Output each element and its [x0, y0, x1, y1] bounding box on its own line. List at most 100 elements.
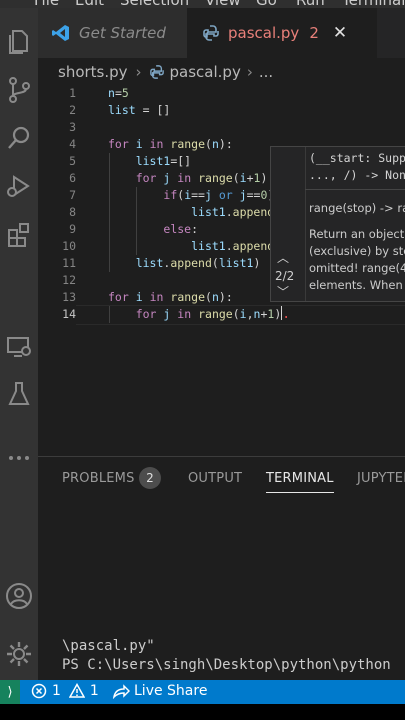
menu-edit[interactable]: Edit — [75, 0, 104, 8]
menu-selection[interactable]: Selection — [120, 0, 189, 8]
code-token: i — [135, 290, 143, 304]
chevron-right-icon: › — [246, 63, 253, 81]
code-line: else: — [163, 222, 199, 236]
code-token: in — [177, 171, 192, 185]
code-line: n=5 — [108, 86, 129, 100]
problems-status[interactable]: 1 1 — [31, 683, 99, 699]
line-number: 10 — [62, 239, 76, 253]
chevron-down-icon[interactable]: ﹀ — [277, 286, 289, 298]
overload-label: range(stop) -> ran — [309, 201, 405, 215]
extensions-icon[interactable] — [0, 214, 38, 254]
code-token: j — [204, 188, 212, 202]
source-control-icon[interactable] — [0, 70, 38, 110]
code-line: for j in range(i,n+1). — [135, 306, 291, 322]
code-line: list = [] — [108, 103, 171, 117]
line-number: 3 — [69, 120, 76, 134]
line-number: 13 — [62, 290, 76, 304]
python-file-icon — [149, 65, 164, 79]
settings-gear-icon[interactable] — [0, 634, 38, 674]
menu-terminal[interactable]: Terminal — [342, 0, 405, 8]
line-number-current: 14 — [62, 307, 76, 321]
line-number: 1 — [69, 86, 76, 100]
close-icon[interactable]: ✕ — [333, 23, 347, 43]
tab-output[interactable]: OUTPUT — [188, 471, 242, 486]
code-token: j — [163, 307, 171, 321]
overload-nav: ︿ 2/2 ﹀ — [271, 147, 306, 301]
code-token: j — [239, 188, 247, 202]
live-share-button[interactable]: Live Share — [112, 683, 207, 699]
menu-go[interactable]: Go — [256, 0, 277, 8]
error-icon — [31, 683, 47, 699]
warning-count: 1 — [89, 683, 99, 699]
tab-label: Get Started — [79, 24, 166, 42]
editor-tab-bar: Get Started pascal.py 2 ✕ — [38, 8, 405, 58]
code-token: else — [163, 222, 192, 236]
tab-get-started[interactable]: Get Started — [38, 8, 187, 58]
code-token: list1 — [191, 205, 226, 219]
vscode-logo-icon — [52, 25, 69, 41]
live-share-icon — [112, 684, 130, 699]
code-token: list — [108, 103, 136, 117]
testing-flask-icon[interactable] — [0, 374, 38, 414]
code-token: in — [177, 307, 192, 321]
live-share-label: Live Share — [134, 683, 208, 699]
code-token: range — [198, 307, 233, 321]
terminal-prompt-line[interactable]: PS C:\Users\singh\Desktop\python\python — [62, 657, 391, 673]
code-token: append — [170, 256, 212, 270]
indent-guide — [109, 306, 110, 323]
error-marker: . — [282, 307, 291, 322]
tab-terminal[interactable]: TERMINAL — [266, 471, 334, 493]
doc-line: omitted! range(4) — [309, 261, 405, 275]
indent-guide — [109, 153, 110, 272]
breadcrumb-folder[interactable]: shorts.py — [58, 63, 128, 81]
code-token: list — [135, 256, 164, 270]
line-number: 2 — [69, 103, 76, 117]
code-token: list1 — [135, 154, 171, 168]
line-number: 9 — [69, 222, 76, 236]
menu-view[interactable]: View — [205, 0, 241, 8]
search-icon[interactable] — [0, 118, 38, 158]
tab-pascal-py[interactable]: pascal.py 2 ✕ — [187, 8, 377, 58]
chevron-up-icon[interactable]: ︿ — [277, 249, 289, 266]
signature-help-popup[interactable]: ︿ 2/2 ﹀ (__start: Suppo ..., /) -> None … — [270, 146, 405, 302]
menu-file[interactable]: File — [34, 0, 59, 8]
tab-jupyter[interactable]: JUPYTER — [357, 471, 405, 486]
code-line: list.append(list1) — [135, 256, 261, 270]
run-debug-icon[interactable] — [0, 166, 38, 206]
code-token: n — [211, 137, 219, 151]
line-number: 7 — [69, 188, 76, 202]
python-file-icon — [203, 25, 219, 41]
remote-explorer-icon[interactable] — [0, 326, 38, 366]
code-token: range — [170, 290, 206, 304]
remote-indicator-icon[interactable]: ⟩ — [0, 680, 20, 704]
breadcrumb-file[interactable]: pascal.py — [170, 63, 241, 81]
breadcrumb-more[interactable]: ... — [259, 63, 273, 81]
code-line: for i in range(n): — [108, 290, 233, 304]
signature-line-2: ..., /) -> None — [309, 168, 405, 182]
code-line: for j in range(i+1): — [135, 171, 275, 185]
tab-problems[interactable]: PROBLEMS — [62, 471, 135, 486]
screen-bottom-edge — [0, 704, 405, 720]
code-token: for — [108, 137, 129, 151]
account-icon[interactable] — [0, 576, 38, 616]
menu-run[interactable]: Run — [296, 0, 325, 8]
code-token: append — [232, 205, 275, 219]
more-icon[interactable] — [0, 438, 38, 478]
code-token: i — [239, 307, 247, 321]
code-token: range — [198, 171, 233, 185]
explorer-icon[interactable] — [0, 22, 38, 62]
code-token: list1 — [218, 256, 254, 270]
code-token: or — [218, 188, 233, 202]
status-bar: ⟩ 1 1 Live Share — [0, 680, 405, 704]
code-token: for — [135, 307, 157, 321]
line-number: 11 — [62, 256, 76, 270]
code-line: list1=[] — [135, 154, 192, 168]
code-token: 1 — [253, 171, 261, 185]
code-token: for — [108, 290, 129, 304]
code-token: j — [163, 171, 171, 185]
indent-guide — [136, 187, 137, 255]
line-number: 5 — [69, 154, 76, 168]
code-line: for i in range(n): — [108, 137, 233, 151]
code-token: range — [170, 137, 206, 151]
problems-count-badge: 2 — [139, 467, 161, 489]
